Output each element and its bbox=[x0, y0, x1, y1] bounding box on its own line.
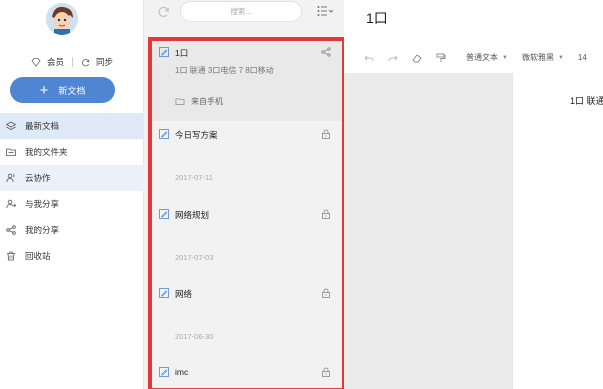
document-title: 今日写方案 bbox=[175, 130, 218, 140]
sync-label: 同步 bbox=[96, 57, 114, 67]
share-icon[interactable] bbox=[321, 47, 331, 57]
list-view-menu-icon[interactable] bbox=[317, 5, 333, 17]
chevron-down-icon: ▼ bbox=[557, 54, 564, 61]
share-icon bbox=[6, 225, 16, 235]
diamond-icon bbox=[31, 58, 41, 67]
document-title: 1口 bbox=[175, 48, 189, 58]
eraser-icon[interactable] bbox=[412, 53, 422, 63]
sidebar-item-recycle-bin[interactable]: 回收站 bbox=[0, 243, 144, 269]
sidebar-item-shared-with-me[interactable]: 与我分享 bbox=[0, 191, 144, 217]
folder-icon bbox=[6, 148, 16, 156]
folder-icon bbox=[175, 98, 185, 106]
sidebar-item-label: 我的分享 bbox=[25, 225, 60, 235]
lock-icon bbox=[322, 129, 330, 139]
document-title: 网络 bbox=[175, 289, 193, 299]
lock-icon bbox=[322, 288, 330, 298]
undo-icon[interactable] bbox=[364, 53, 374, 63]
sidebar-nav: 最新文档 我的文件夹 云协作 与我分享 我的分享 回收站 bbox=[0, 113, 144, 269]
membership-button[interactable]: 会员 bbox=[31, 56, 64, 68]
layers-icon bbox=[6, 121, 16, 130]
text-style-label: 普通文本 bbox=[466, 53, 498, 62]
editor-toolbar: 普通文本 ▼ 微软雅黑 ▼ 14 bbox=[344, 42, 603, 74]
date-separator: 2017-06-30 bbox=[175, 332, 214, 341]
text-style-dropdown[interactable]: 普通文本 ▼ bbox=[466, 52, 508, 63]
sidebar-item-cloud-collab[interactable]: 云协作 bbox=[0, 165, 144, 191]
lock-icon bbox=[322, 209, 330, 219]
new-document-label: 新文档 bbox=[58, 85, 86, 96]
font-family-label: 微软雅黑 bbox=[521, 53, 554, 62]
note-icon bbox=[159, 209, 169, 219]
sidebar-item-my-folders[interactable]: 我的文件夹 bbox=[0, 139, 144, 165]
redo-icon[interactable] bbox=[388, 53, 398, 63]
sidebar: 会员 同步 + 新文档 最新文档 我的文件夹 云协作 与我分享 我的分享 回收站 bbox=[0, 0, 144, 389]
document-source: 来自手机 bbox=[175, 96, 223, 107]
sidebar-item-label: 最新文档 bbox=[25, 121, 60, 131]
avatar[interactable] bbox=[46, 3, 78, 35]
search-placeholder: 搜索... bbox=[230, 7, 252, 16]
font-family-dropdown[interactable]: 微软雅黑 ▼ bbox=[522, 52, 564, 63]
editor-body-text[interactable]: 1口 联通 bbox=[570, 94, 603, 107]
list-toolbar: 搜索... bbox=[144, 0, 344, 28]
sidebar-item-label: 与我分享 bbox=[25, 199, 60, 209]
users-icon bbox=[6, 173, 15, 183]
chevron-down-icon: ▼ bbox=[502, 54, 508, 61]
divider bbox=[72, 57, 73, 67]
document-source-label: 来自手机 bbox=[191, 97, 223, 106]
sidebar-item-label: 云协作 bbox=[25, 173, 51, 183]
lock-icon bbox=[322, 367, 330, 377]
sidebar-item-label: 我的文件夹 bbox=[25, 147, 68, 157]
refresh-icon[interactable] bbox=[158, 6, 170, 18]
document-title: imc bbox=[175, 367, 189, 377]
editor-canvas-margin bbox=[344, 73, 512, 389]
user-status-row: 会员 同步 bbox=[0, 55, 144, 69]
note-icon bbox=[159, 129, 169, 139]
editor-panel: 1口 普通文本 ▼ 微软雅黑 ▼ 14 1口 联通 bbox=[344, 0, 603, 389]
note-icon bbox=[159, 288, 169, 298]
sync-button[interactable]: 同步 bbox=[81, 56, 113, 68]
highlight-frame: 1口 1口 联通 3口电信 7 8口移动 来自手机 今日写方案 2017-07-… bbox=[148, 37, 346, 389]
editor-document-title[interactable]: 1口 bbox=[366, 8, 388, 28]
date-separator: 2017-07-03 bbox=[175, 253, 214, 262]
sidebar-item-label: 回收站 bbox=[25, 251, 51, 261]
note-icon bbox=[159, 47, 169, 57]
font-size-label: 14 bbox=[577, 53, 587, 62]
membership-label: 会员 bbox=[46, 57, 64, 67]
sidebar-item-my-shares[interactable]: 我的分享 bbox=[0, 217, 144, 243]
trash-icon bbox=[7, 251, 15, 261]
new-document-button[interactable]: + 新文档 bbox=[10, 77, 115, 103]
document-preview: 1口 联通 3口电信 7 8口移动 bbox=[175, 66, 274, 75]
note-icon bbox=[159, 367, 169, 377]
font-size-dropdown[interactable]: 14 bbox=[578, 53, 587, 62]
date-separator: 2017-07-11 bbox=[175, 173, 213, 182]
format-painter-icon[interactable] bbox=[436, 53, 446, 63]
search-input[interactable]: 搜索... bbox=[180, 1, 302, 22]
document-title: 网络规划 bbox=[175, 210, 210, 220]
user-share-icon bbox=[6, 199, 16, 209]
editor-page[interactable] bbox=[512, 73, 603, 389]
plus-icon: + bbox=[39, 81, 49, 99]
sync-icon bbox=[82, 58, 90, 66]
sidebar-item-latest-docs[interactable]: 最新文档 bbox=[0, 113, 144, 139]
